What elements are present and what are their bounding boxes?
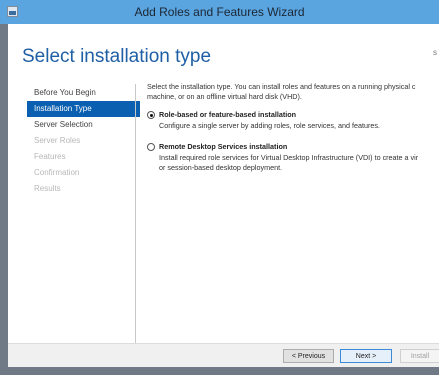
radio-role-based[interactable]	[147, 111, 155, 119]
installation-type-panel: Select the installation type. You can in…	[147, 82, 439, 172]
option-description-remote-desktop-line-2: or session-based desktop deployment.	[159, 163, 283, 172]
option-label-role-based[interactable]: Role-based or feature-based installation	[159, 110, 296, 119]
option-description-role-based: Configure a single server by adding role…	[159, 121, 380, 130]
page-title: Select installation type	[22, 46, 212, 67]
nav-item-confirmation: Confirmation	[34, 168, 80, 177]
nav-item-features: Features	[34, 152, 66, 161]
window-bottom-border	[0, 367, 439, 375]
wizard-footer: < Previous Next > Install	[8, 343, 439, 368]
nav-item-installation-type[interactable]: Installation Type	[27, 101, 140, 117]
nav-item-server-selection[interactable]: Server Selection	[27, 117, 140, 133]
install-button: Install	[400, 349, 439, 363]
nav-divider	[135, 84, 136, 357]
wizard-client-area: Select installation type s Before You Be…	[8, 24, 439, 368]
wizard-step-list: Before You Begin Installation Type Serve…	[27, 85, 140, 197]
nav-item-before-you-begin[interactable]: Before You Begin	[27, 85, 140, 101]
next-button[interactable]: Next >	[340, 349, 392, 363]
description-line-2: machine, or on an offline virtual hard d…	[147, 92, 302, 101]
window-title: Add Roles and Features Wizard	[134, 5, 305, 19]
radio-remote-desktop[interactable]	[147, 143, 155, 151]
wizard-window: Add Roles and Features Wizard Select ins…	[0, 0, 439, 375]
previous-button[interactable]: < Previous	[283, 349, 334, 363]
title-bar[interactable]: Add Roles and Features Wizard	[0, 0, 439, 24]
nav-item-results: Results	[34, 184, 61, 193]
option-label-remote-desktop[interactable]: Remote Desktop Services installation	[159, 142, 287, 151]
option-description-remote-desktop-line-1: Install required role services for Virtu…	[159, 153, 419, 162]
nav-item-server-roles: Server Roles	[34, 136, 81, 145]
description-line-1: Select the installation type. You can in…	[147, 82, 416, 91]
page-corner-text: s	[433, 48, 437, 57]
